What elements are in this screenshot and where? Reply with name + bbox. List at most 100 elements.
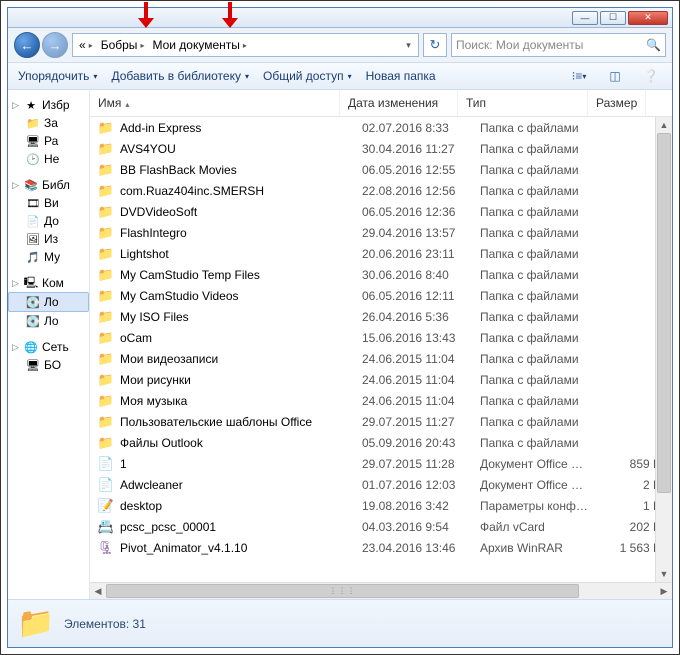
file-type: Папка с файлами — [480, 205, 610, 219]
add-to-library-button[interactable]: Добавить в библиотеку ▾ — [111, 69, 249, 83]
file-row[interactable]: 📁My CamStudio Temp Files30.06.2016 8:40П… — [90, 264, 672, 285]
scroll-down-button[interactable]: ▼ — [656, 566, 672, 582]
file-row[interactable]: 📁FlashIntegro29.04.2016 13:57Папка с фай… — [90, 222, 672, 243]
file-row[interactable]: 📁Add-in Express02.07.2016 8:33Папка с фа… — [90, 117, 672, 138]
sidebar-favorites[interactable]: ▷★Избр — [8, 96, 89, 114]
preview-pane-button[interactable]: ◫ — [604, 67, 626, 85]
breadcrumb-dropdown[interactable]: ▾ — [400, 40, 416, 51]
vertical-scrollbar[interactable]: ▲ ▼ — [655, 117, 672, 582]
file-type: Архив WinRAR — [480, 541, 610, 555]
breadcrumb-overflow[interactable]: «▸ — [75, 38, 97, 52]
file-row[interactable]: 📁Мои рисунки24.06.2015 11:04Папка с файл… — [90, 369, 672, 390]
scroll-thumb[interactable]: ⋮⋮⋮ — [106, 584, 579, 598]
folder-icon: 📁 — [98, 351, 114, 367]
nav-back-button[interactable]: ← — [14, 32, 40, 58]
file-date: 24.06.2015 11:04 — [362, 352, 480, 366]
sidebar-computer[interactable]: ▷🖳Ком — [8, 274, 89, 292]
scroll-left-button[interactable]: ◀ — [90, 586, 106, 597]
horizontal-scrollbar[interactable]: ◀ ⋮⋮⋮ ▶ — [90, 582, 672, 599]
rar-icon: 🗜 — [98, 540, 114, 556]
folder-icon: 📁 — [98, 162, 114, 178]
file-row[interactable]: 📁com.Ruaz404inc.SMERSH22.08.2016 12:56Па… — [90, 180, 672, 201]
breadcrumb-seg-user[interactable]: Бобры▸ — [97, 38, 149, 52]
file-row[interactable]: 🗜Pivot_Animator_v4.1.1023.04.2016 13:46А… — [90, 537, 672, 558]
video-icon: 🎞 — [26, 196, 40, 210]
file-row[interactable]: 📄Adwcleaner01.07.2016 12:03Документ Offi… — [90, 474, 672, 495]
share-button[interactable]: Общий доступ ▾ — [263, 69, 352, 83]
search-input[interactable]: Поиск: Мои документы 🔍 — [451, 33, 666, 57]
folder-icon: 📁 — [98, 267, 114, 283]
col-date[interactable]: Дата изменения — [340, 90, 458, 116]
sidebar-item[interactable]: 🖥БО — [8, 356, 89, 374]
file-type: Папка с файлами — [480, 310, 610, 324]
file-row[interactable]: 📁AVS4YOU30.04.2016 11:27Папка с файлами — [90, 138, 672, 159]
sidebar-item[interactable]: 📁За — [8, 114, 89, 132]
breadcrumb[interactable]: «▸ Бобры▸ Мои документы▸ ▾ — [72, 33, 419, 57]
maximize-button[interactable]: ☐ — [600, 11, 626, 25]
column-headers: Имя▴ Дата изменения Тип Размер — [90, 90, 672, 117]
organize-button[interactable]: Упорядочить ▾ — [18, 69, 97, 83]
sidebar-item[interactable]: 🎞Ви — [8, 194, 89, 212]
view-options-button[interactable]: ⁝≡ ▾ — [568, 67, 590, 85]
new-folder-button[interactable]: Новая папка — [366, 69, 436, 83]
file-name: DVDVideoSoft — [120, 205, 362, 219]
doc-icon: 📄 — [98, 477, 114, 493]
sidebar-item[interactable]: 🎵Му — [8, 248, 89, 266]
sidebar-item-selected[interactable]: 💽Ло — [8, 292, 89, 312]
file-type: Документ Office … — [480, 478, 610, 492]
expand-icon: ▷ — [12, 342, 20, 353]
file-row[interactable]: 📁Пользовательские шаблоны Office29.07.20… — [90, 411, 672, 432]
file-date: 06.05.2016 12:55 — [362, 163, 480, 177]
file-row[interactable]: 📁BB FlashBack Movies06.05.2016 12:55Папк… — [90, 159, 672, 180]
folder-icon: 📁 — [98, 372, 114, 388]
file-date: 19.08.2016 3:42 — [362, 499, 480, 513]
breadcrumb-seg-documents[interactable]: Мои документы▸ — [148, 38, 250, 52]
minimize-button[interactable]: — — [572, 11, 598, 25]
sidebar-item[interactable]: 🕑Не — [8, 150, 89, 168]
file-row[interactable]: 📝desktop19.08.2016 3:42Параметры конф…1 … — [90, 495, 672, 516]
sidebar-item[interactable]: 💽Ло — [8, 312, 89, 330]
titlebar: — ☐ ✕ — [8, 8, 672, 28]
folder-icon: 📁 — [18, 606, 54, 642]
nav-forward-button[interactable]: → — [42, 32, 68, 58]
file-row[interactable]: 📁Файлы Outlook05.09.2016 20:43Папка с фа… — [90, 432, 672, 453]
file-row[interactable]: 📁oCam15.06.2016 13:43Папка с файлами — [90, 327, 672, 348]
disk-icon: 💽 — [26, 295, 40, 309]
file-date: 29.04.2016 13:57 — [362, 226, 480, 240]
close-button[interactable]: ✕ — [628, 11, 668, 25]
chevron-right-icon: ▸ — [89, 41, 93, 50]
explorer-window: — ☐ ✕ ← → «▸ Бобры▸ Мои документы▸ ▾ ↻ П… — [7, 7, 673, 648]
file-row[interactable]: 📇pcsc_pcsc_0000104.03.2016 9:54Файл vCar… — [90, 516, 672, 537]
disk-icon: 💽 — [26, 314, 40, 328]
col-name[interactable]: Имя▴ — [90, 90, 340, 116]
help-button[interactable]: ❔ — [640, 67, 662, 85]
file-row[interactable]: 📁Моя музыка24.06.2015 11:04Папка с файла… — [90, 390, 672, 411]
sidebar-item[interactable]: 📄До — [8, 212, 89, 230]
file-date: 29.07.2015 11:28 — [362, 457, 480, 471]
sidebar-item[interactable]: 🖼Из — [8, 230, 89, 248]
music-icon: 🎵 — [26, 250, 40, 264]
sidebar-item[interactable]: 🖥Ра — [8, 132, 89, 150]
col-size[interactable]: Размер — [588, 90, 646, 116]
sidebar-libraries[interactable]: ▷📚Библ — [8, 176, 89, 194]
sidebar-network[interactable]: ▷🌐Сеть — [8, 338, 89, 356]
scroll-right-button[interactable]: ▶ — [656, 586, 672, 597]
file-row[interactable]: 📁Lightshot20.06.2016 23:11Папка с файлам… — [90, 243, 672, 264]
col-type[interactable]: Тип — [458, 90, 588, 116]
file-row[interactable]: 📁Мои видеозаписи24.06.2015 11:04Папка с … — [90, 348, 672, 369]
refresh-button[interactable]: ↻ — [423, 33, 447, 57]
file-date: 01.07.2016 12:03 — [362, 478, 480, 492]
scroll-up-button[interactable]: ▲ — [656, 117, 672, 133]
desktop-icon: 🖥 — [26, 134, 40, 148]
file-row[interactable]: 📁My CamStudio Videos06.05.2016 12:11Папк… — [90, 285, 672, 306]
file-row[interactable]: 📁DVDVideoSoft06.05.2016 12:36Папка с фай… — [90, 201, 672, 222]
file-row[interactable]: 📄129.07.2015 11:28Документ Office …859 К — [90, 453, 672, 474]
file-type: Папка с файлами — [480, 226, 610, 240]
file-row[interactable]: 📁My ISO Files26.04.2016 5:36Папка с файл… — [90, 306, 672, 327]
address-row: ← → «▸ Бобры▸ Мои документы▸ ▾ ↻ Поиск: … — [8, 28, 672, 62]
file-date: 06.05.2016 12:11 — [362, 289, 480, 303]
star-icon: ★ — [24, 98, 38, 112]
file-size: 1 563 К — [610, 541, 660, 555]
file-name: Add-in Express — [120, 121, 362, 135]
scroll-thumb[interactable] — [657, 133, 671, 493]
